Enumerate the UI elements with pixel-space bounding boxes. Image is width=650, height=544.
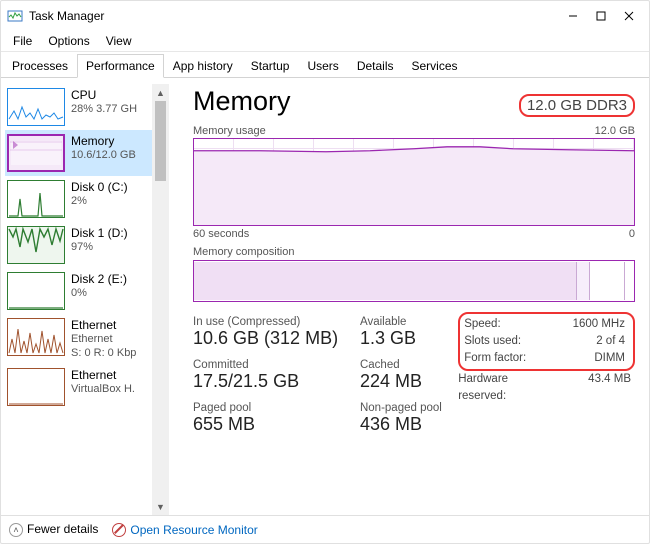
kv-key: Speed: [464, 316, 562, 333]
scroll-thumb[interactable] [155, 101, 166, 181]
sidebar: CPU 28% 3.77 GH Memory 10.6/12.0 GB Disk… [1, 78, 169, 515]
close-button[interactable] [615, 5, 643, 27]
stat-label: Committed [193, 359, 360, 371]
sidebar-item-title: Disk 2 (E:) [71, 272, 127, 286]
stat-label: Non-paged pool [360, 402, 458, 414]
sidebar-item-subtitle: 28% 3.77 GH [71, 102, 137, 116]
thumbnail-graph [7, 368, 65, 406]
kv-value: 1600 MHz [562, 316, 629, 333]
x-axis-left: 60 seconds [193, 228, 249, 240]
thumbnail-graph [7, 134, 65, 172]
maximize-button[interactable] [587, 5, 615, 27]
tab-services[interactable]: Services [403, 54, 467, 78]
main-panel: Memory 12.0 GB DDR3 Memory usage 12.0 GB… [169, 78, 649, 515]
stat-value: 10.6 GB (312 MB) [193, 328, 360, 349]
sidebar-scrollbar[interactable]: ▲ ▼ [152, 84, 169, 515]
resource-monitor-icon [112, 523, 126, 537]
sidebar-item-disk-2-e-[interactable]: Disk 2 (E:) 0% [5, 268, 152, 314]
usage-graph-max: 12.0 GB [595, 125, 635, 137]
memory-size-label: 12.0 GB DDR3 [519, 94, 635, 117]
sidebar-item-title: Ethernet [71, 318, 136, 332]
thumbnail-graph [7, 180, 65, 218]
sidebar-item-subtitle: 2% [71, 194, 128, 208]
stat-paged-pool: Paged pool655 MB [193, 402, 360, 435]
thumbnail-graph [7, 272, 65, 310]
usage-graph-label: Memory usage [193, 125, 266, 137]
stat-value: 655 MB [193, 414, 360, 435]
thumbnail-graph [7, 318, 65, 356]
stat-value: 1.3 GB [360, 328, 458, 349]
kv-form-factor-: Form factor:DIMM [464, 350, 629, 367]
stat-label: In use (Compressed) [193, 316, 360, 328]
tab-users[interactable]: Users [298, 54, 347, 78]
sidebar-item-disk-0-c-[interactable]: Disk 0 (C:) 2% [5, 176, 152, 222]
sidebar-item-subtitle: 0% [71, 286, 127, 300]
tab-strip: Processes Performance App history Startu… [1, 52, 649, 78]
stat-cached: Cached224 MB [360, 359, 458, 392]
scroll-down-icon[interactable]: ▼ [152, 498, 169, 515]
sidebar-item-disk-1-d-[interactable]: Disk 1 (D:) 97% [5, 222, 152, 268]
menu-view[interactable]: View [98, 32, 140, 50]
sidebar-item-memory[interactable]: Memory 10.6/12.0 GB [5, 130, 152, 176]
x-axis-right: 0 [629, 228, 635, 240]
kv-value: 2 of 4 [562, 333, 629, 350]
tab-processes[interactable]: Processes [3, 54, 77, 78]
menu-options[interactable]: Options [40, 32, 97, 50]
sidebar-item-extra: S: 0 R: 0 Kbp [71, 346, 136, 360]
sidebar-item-title: Disk 0 (C:) [71, 180, 128, 194]
memory-usage-graph [193, 138, 635, 226]
sidebar-item-title: Memory [71, 134, 136, 148]
sidebar-item-subtitle: VirtualBox H. [71, 382, 135, 396]
status-bar: ˄Fewer details Open Resource Monitor [1, 515, 649, 543]
stat-in-use-compressed-: In use (Compressed)10.6 GB (312 MB) [193, 316, 360, 349]
page-title: Memory [193, 86, 291, 117]
stat-value: 17.5/21.5 GB [193, 371, 360, 392]
thumbnail-graph [7, 88, 65, 126]
sidebar-item-title: Disk 1 (D:) [71, 226, 128, 240]
menu-file[interactable]: File [5, 32, 40, 50]
sidebar-item-title: CPU [71, 88, 137, 102]
kv-key: Slots used: [464, 333, 562, 350]
open-resource-monitor-link[interactable]: Open Resource Monitor [112, 523, 257, 537]
sidebar-item-ethernet[interactable]: Ethernet Ethernet S: 0 R: 0 Kbp [5, 314, 152, 364]
kv-speed-: Speed:1600 MHz [464, 316, 629, 333]
stat-value: 436 MB [360, 414, 458, 435]
app-icon [7, 8, 23, 24]
stat-label: Cached [360, 359, 458, 371]
memory-composition-graph [193, 260, 635, 302]
tab-performance[interactable]: Performance [77, 54, 164, 78]
chevron-up-icon: ˄ [9, 523, 23, 537]
window-title: Task Manager [29, 9, 559, 23]
kv-slots-used-: Slots used:2 of 4 [464, 333, 629, 350]
stat-available: Available1.3 GB [360, 316, 458, 349]
stat-label: Available [360, 316, 458, 328]
tab-startup[interactable]: Startup [242, 54, 299, 78]
kv-hardware-reserved-: Hardware reserved:43.4 MB [458, 371, 635, 405]
thumbnail-graph [7, 226, 65, 264]
memory-specs-box: Speed:1600 MHzSlots used:2 of 4Form fact… [458, 312, 635, 371]
title-bar: Task Manager [1, 1, 649, 31]
stat-non-paged-pool: Non-paged pool436 MB [360, 402, 458, 435]
stat-committed: Committed17.5/21.5 GB [193, 359, 360, 392]
tab-app-history[interactable]: App history [164, 54, 242, 78]
stat-label: Paged pool [193, 402, 360, 414]
sidebar-item-subtitle: 10.6/12.0 GB [71, 148, 136, 162]
menu-bar: File Options View [1, 31, 649, 52]
stat-value: 224 MB [360, 371, 458, 392]
sidebar-item-cpu[interactable]: CPU 28% 3.77 GH [5, 84, 152, 130]
kv-key: Form factor: [464, 350, 562, 367]
sidebar-item-subtitle: Ethernet [71, 332, 136, 346]
sidebar-item-ethernet[interactable]: Ethernet VirtualBox H. [5, 364, 152, 410]
kv-value: 43.4 MB [556, 371, 635, 405]
composition-label: Memory composition [193, 246, 294, 258]
tab-details[interactable]: Details [348, 54, 403, 78]
fewer-details-button[interactable]: ˄Fewer details [9, 522, 98, 537]
minimize-button[interactable] [559, 5, 587, 27]
sidebar-item-title: Ethernet [71, 368, 135, 382]
scroll-up-icon[interactable]: ▲ [152, 84, 169, 101]
kv-value: DIMM [562, 350, 629, 367]
sidebar-item-subtitle: 97% [71, 240, 128, 254]
kv-key: Hardware reserved: [458, 371, 556, 405]
